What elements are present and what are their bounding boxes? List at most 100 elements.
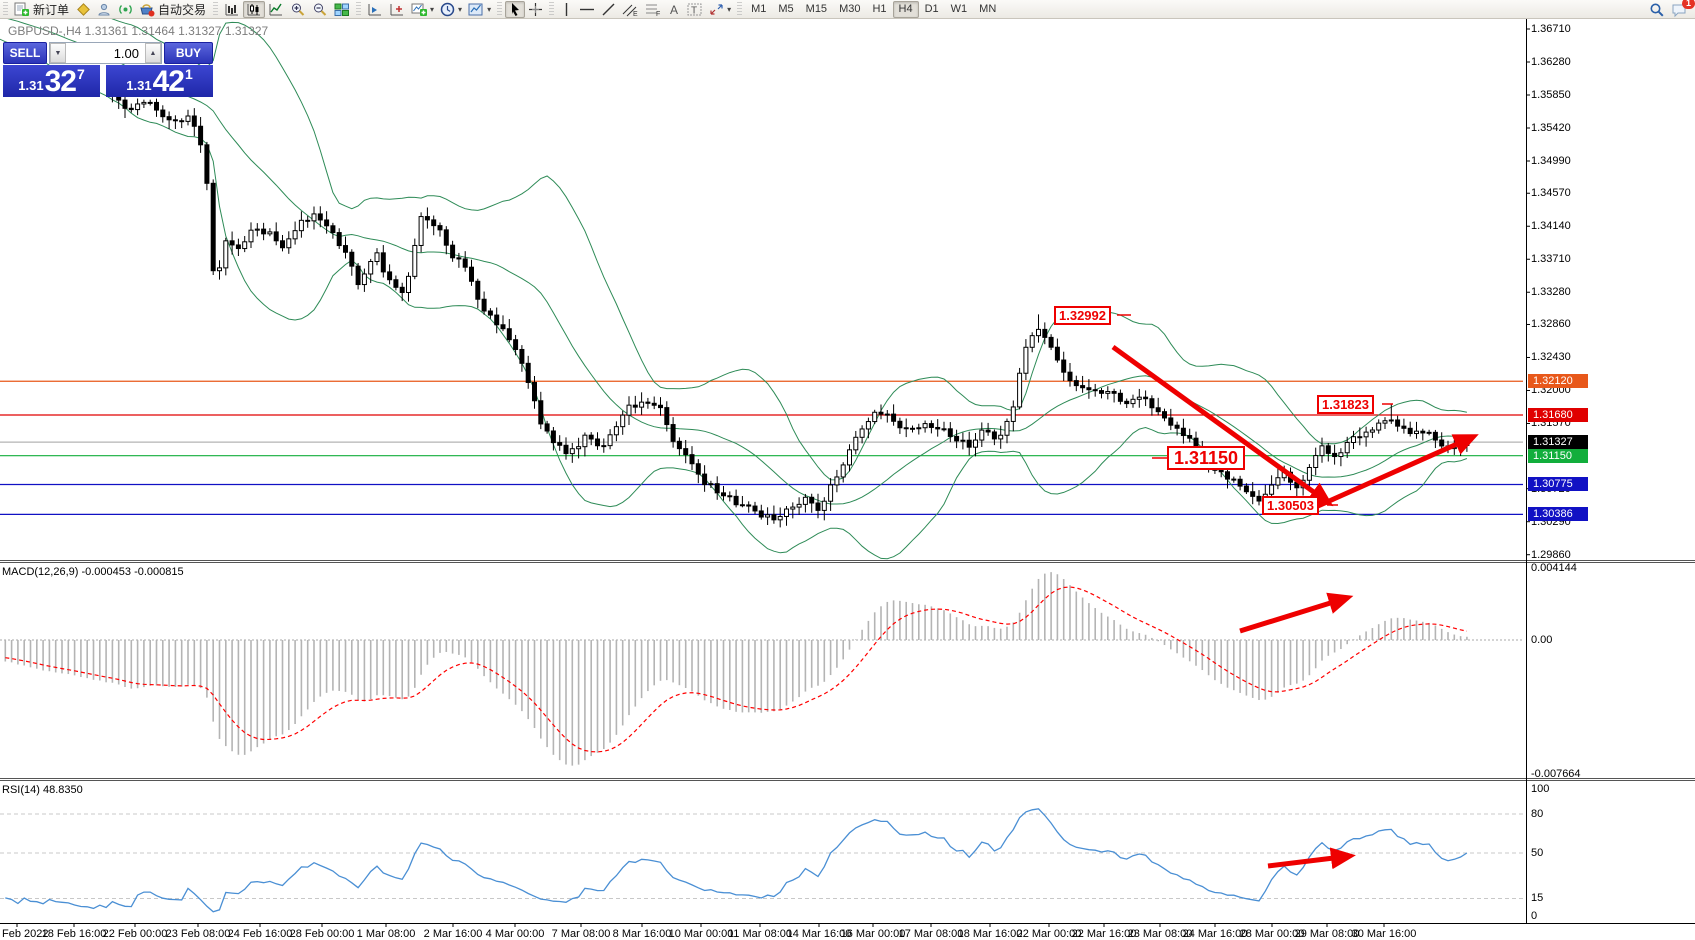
time-axis-label: 10 Mar 00:00	[669, 928, 734, 940]
bollinger-lower	[0, 22, 1467, 559]
candlestick-chart-button[interactable]	[243, 1, 265, 18]
dropdown-caret-icon[interactable]: ▾	[458, 5, 462, 14]
line-chart-button[interactable]	[265, 1, 287, 18]
svg-text:F: F	[656, 11, 660, 17]
candle-body	[1364, 432, 1368, 437]
candle-body	[1244, 486, 1248, 492]
trendline-button[interactable]	[598, 1, 619, 18]
tile-windows-button[interactable]	[331, 1, 353, 18]
candle-body	[192, 116, 196, 126]
candle-body	[892, 414, 896, 421]
candle-body	[1219, 470, 1223, 471]
dropdown-caret-icon[interactable]: ▾	[727, 5, 731, 14]
candle-body	[684, 449, 688, 455]
candle-body	[1150, 399, 1154, 408]
dropdown-caret-icon[interactable]: ▾	[487, 5, 491, 14]
candle-body	[791, 507, 795, 509]
time-axis-label: 2 Mar 16:00	[424, 928, 483, 940]
candle-body	[350, 252, 354, 266]
time-axis-label: 4 Mar 00:00	[486, 928, 545, 940]
timeframe-m5[interactable]: M5	[772, 1, 799, 18]
price-axis-tick: 1.29860	[1531, 549, 1571, 561]
arrows-icon	[709, 2, 724, 17]
zoom-out-icon	[312, 2, 328, 17]
bar-chart-button[interactable]	[221, 1, 243, 18]
line-chart-icon	[268, 2, 284, 17]
indicators-button[interactable]: ▾	[408, 1, 437, 18]
sell-price-main: 32	[45, 68, 76, 96]
rsi-axis-value: 15	[1531, 892, 1543, 904]
timeframe-mn[interactable]: MN	[973, 1, 1002, 18]
arrows-button[interactable]: ▾	[706, 1, 734, 18]
autotrading-button[interactable]: 自动交易	[136, 1, 210, 18]
candle-body	[520, 349, 524, 363]
chart-area[interactable]: GBPUSD-,H4 1.31361 1.31464 1.31327 1.313…	[0, 19, 1695, 940]
horizontal-line-button[interactable]	[576, 1, 598, 18]
trend-arrow-2[interactable]	[1318, 440, 1466, 506]
macd-panel[interactable]	[0, 572, 1523, 765]
periods-button[interactable]: ▾	[437, 1, 465, 18]
zoom-out-button[interactable]	[309, 1, 331, 18]
candle-body	[488, 311, 492, 315]
text-button[interactable]: A	[665, 1, 684, 18]
candle-body	[268, 232, 272, 234]
candle-body	[904, 428, 908, 429]
market-depth-icon	[76, 2, 91, 17]
candle-body	[785, 509, 789, 516]
text-label-button[interactable]: T	[684, 1, 706, 18]
templates-button[interactable]: ▾	[465, 1, 494, 18]
candle-body	[772, 515, 776, 520]
candle-body	[596, 439, 600, 446]
candle-body	[633, 405, 637, 407]
timeframe-h1[interactable]: H1	[866, 1, 892, 18]
timeframe-d1[interactable]: D1	[919, 1, 945, 18]
volume-up-button[interactable]: ▲	[145, 43, 161, 63]
sell-button[interactable]: SELL	[3, 42, 47, 64]
auto-scroll-button[interactable]	[364, 1, 386, 18]
toolbar-right: 1	[1646, 1, 1691, 18]
signals-button[interactable]	[115, 1, 136, 18]
candle-body	[199, 126, 203, 145]
volume-down-button[interactable]: ▼	[50, 43, 66, 63]
volume-stepper[interactable]: ▼ 1.00 ▲	[49, 42, 162, 64]
candle-body	[1251, 492, 1255, 497]
search-button[interactable]	[1646, 1, 1668, 18]
fibonacci-button[interactable]: F	[642, 1, 665, 18]
sell-price[interactable]: 1.31 32 7	[3, 65, 100, 97]
candle-body	[1169, 418, 1173, 425]
candle-body	[470, 267, 474, 281]
equidistant-channel-button[interactable]: E	[619, 1, 642, 18]
vertical-line-button[interactable]	[557, 1, 576, 18]
candle-body	[236, 245, 240, 249]
zoom-in-button[interactable]	[287, 1, 309, 18]
timeframe-m30[interactable]: M30	[833, 1, 866, 18]
candle-body	[539, 401, 543, 424]
candle-body	[803, 497, 807, 504]
volume-input[interactable]: 1.00	[66, 43, 145, 63]
timeframe-w1[interactable]: W1	[945, 1, 974, 18]
candle-body	[671, 425, 675, 442]
timeframe-m1[interactable]: M1	[745, 1, 772, 18]
chat-button[interactable]: 1	[1668, 1, 1691, 18]
dropdown-caret-icon[interactable]: ▾	[430, 5, 434, 14]
candle-body	[1352, 437, 1356, 443]
chart-shift-button[interactable]	[386, 1, 408, 18]
cursor-button[interactable]	[505, 1, 525, 18]
price-chart-canvas[interactable]	[0, 19, 1695, 940]
market-depth-button[interactable]	[73, 1, 94, 18]
trend-arrow-1[interactable]	[1113, 347, 1322, 498]
time-axis-label: 23 Feb 08:00	[166, 928, 231, 940]
buy-price[interactable]: 1.31 42 1	[106, 65, 213, 97]
candle-body	[690, 455, 694, 464]
timeframe-h4[interactable]: H4	[893, 1, 919, 18]
timeframe-m15[interactable]: M15	[800, 1, 833, 18]
community-button[interactable]	[94, 1, 115, 18]
price-annotation: 1.32992	[1054, 306, 1111, 325]
crosshair-button[interactable]	[525, 1, 546, 18]
candle-body	[1062, 360, 1066, 372]
trend-arrow-3[interactable]	[1240, 600, 1340, 631]
candle-body	[1402, 426, 1406, 428]
buy-button[interactable]: BUY	[164, 42, 213, 64]
new-order-button[interactable]: 新订单	[11, 1, 73, 18]
candle-body	[1345, 442, 1349, 452]
